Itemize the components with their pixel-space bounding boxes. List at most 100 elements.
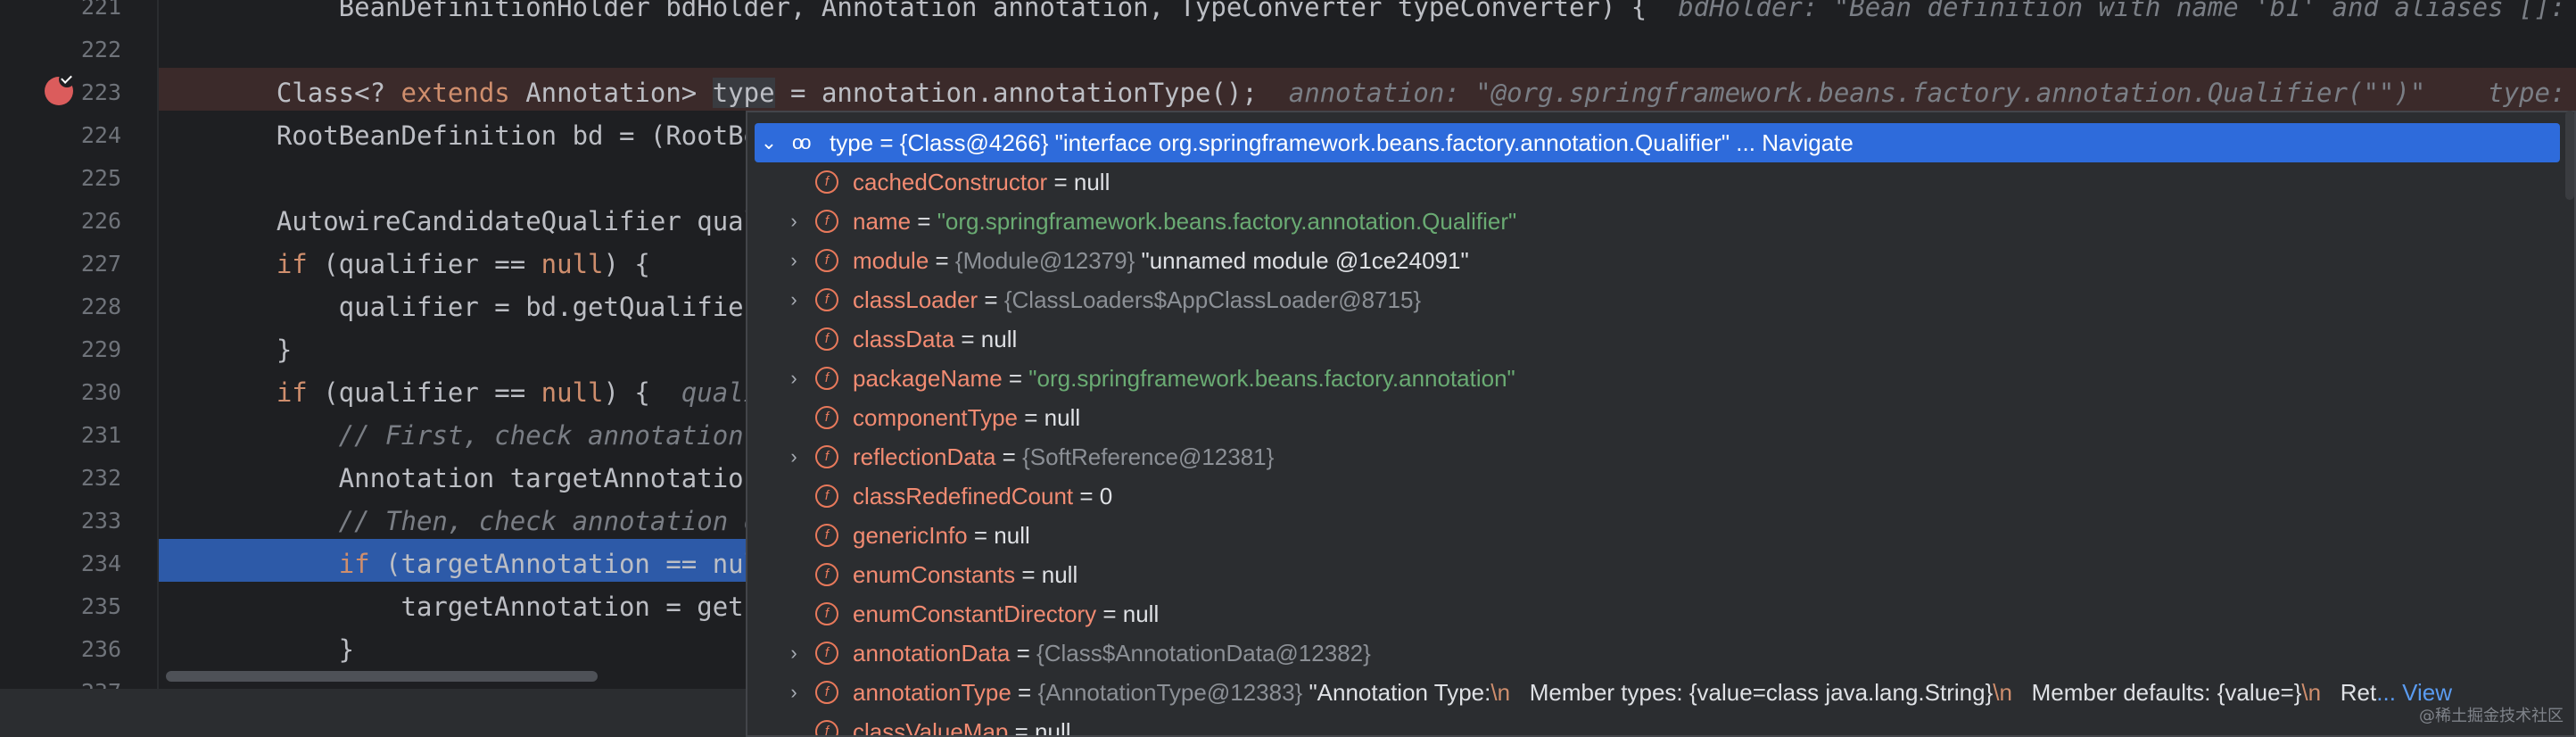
debug-field-row[interactable]: › f annotationType = {AnnotationType@12383… <box>747 673 2574 712</box>
chevron-right-icon[interactable]: › <box>783 280 805 319</box>
code-line[interactable]: AutowireCandidateQualifier qual <box>214 200 759 243</box>
field-equals: = <box>995 443 1023 470</box>
line-number[interactable]: 228 <box>0 286 121 328</box>
line-number[interactable]: 224 <box>0 114 121 157</box>
debug-field-row[interactable]: f classData = null <box>747 319 2574 359</box>
navigate-link[interactable]: Navigate <box>1762 129 1854 156</box>
code-line[interactable]: if (qualifier == null) { quali <box>214 371 759 414</box>
chevron-down-icon[interactable]: ⌄ <box>758 123 780 162</box>
field-equals: = <box>1047 169 1074 195</box>
code-line[interactable]: qualifier = bd.getQualifier <box>214 286 759 328</box>
debug-field-row[interactable]: f enumConstants = null <box>747 555 2574 594</box>
field-value: 0 <box>1099 483 1113 509</box>
view-link[interactable]: ... View <box>2376 679 2452 706</box>
code-token: ) { <box>603 249 650 279</box>
debug-field-row[interactable]: f classValueMap = null <box>747 712 2574 737</box>
debug-value-popup[interactable]: ⌄ oo type = {Class@4266} "interface org.sp… <box>746 111 2576 737</box>
debug-field-row[interactable]: f genericInfo = null <box>747 516 2574 555</box>
code-line[interactable]: Class<? extends Annotation> type = annot… <box>214 71 2576 114</box>
field-name: classValueMap <box>853 718 1009 737</box>
field-text: packageName = "org.springframework.beans… <box>853 359 1515 398</box>
keyword-token: null <box>541 249 604 279</box>
field-icon: f <box>815 367 838 390</box>
chevron-right-icon[interactable]: › <box>783 202 805 241</box>
line-number[interactable]: 233 <box>0 500 121 542</box>
code-line[interactable]: if (qualifier == null) { <box>214 243 650 286</box>
chevron-right-icon[interactable]: › <box>783 673 805 712</box>
line-number[interactable]: 236 <box>0 628 121 671</box>
code-token: = annotation.annotationType(); <box>774 78 1289 108</box>
debug-field-row[interactable]: › f packageName = "org.springframework.bea… <box>747 359 2574 398</box>
keyword-token: if <box>338 549 370 579</box>
debug-field-row[interactable]: › f module = {Module@12379} "unnamed modul… <box>747 241 2574 280</box>
line-number-gutter[interactable]: 221 222 223 224 225 226 227 228 229 230 231 232 233 2… <box>0 0 159 737</box>
code-line[interactable]: if (targetAnnotation == nul <box>214 542 759 585</box>
code-line[interactable]: Annotation targetAnnotation <box>214 457 759 500</box>
field-equals: = <box>1002 365 1029 392</box>
field-value-segment: \n <box>2301 679 2322 706</box>
code-line[interactable]: // First, check annotation <box>214 414 759 457</box>
line-number[interactable]: 221 <box>0 0 121 29</box>
debug-field-row[interactable]: › f name = "org.springframework.beans.fact… <box>747 202 2574 241</box>
code-token: Class<? <box>214 78 401 108</box>
code-token: Annotation> <box>509 78 713 108</box>
debug-field-row[interactable]: f classRedefinedCount = 0 <box>747 476 2574 516</box>
debug-field-row[interactable]: f enumConstantDirectory = null <box>747 594 2574 633</box>
field-value-segment: "Annotation Type: <box>1309 679 1491 706</box>
line-number[interactable]: 229 <box>0 328 121 371</box>
horizontal-scrollbar-thumb[interactable] <box>166 671 598 682</box>
chevron-right-icon[interactable]: › <box>783 633 805 673</box>
line-number[interactable]: 232 <box>0 457 121 500</box>
chevron-right-icon[interactable]: › <box>783 359 805 398</box>
field-value: null <box>1073 169 1110 195</box>
code-line[interactable]: targetAnnotation = getF <box>214 585 760 628</box>
field-reference: {Class$AnnotationData@12382} <box>1036 640 1371 667</box>
field-value: null <box>1035 718 1071 737</box>
inline-debug-hint: bdHolder: "Bean definition with name 'b1… <box>1678 0 2576 22</box>
vertical-scrollbar-thumb[interactable] <box>2565 111 2574 200</box>
keyword-token: if <box>276 377 308 408</box>
line-number[interactable]: 235 <box>0 585 121 628</box>
field-name: annotationData <box>853 640 1011 667</box>
debug-field-row[interactable]: f cachedConstructor = null <box>747 162 2574 202</box>
field-name: classRedefinedCount <box>853 483 1074 509</box>
field-text: componentType = null <box>853 398 1080 437</box>
debug-field-row[interactable]: f componentType = null <box>747 398 2574 437</box>
debug-field-row[interactable]: › f classLoader = {ClassLoaders$AppClassLo… <box>747 280 2574 319</box>
code-token: RootBeanDefinition bd = (RootBe <box>214 120 760 151</box>
field-name: classLoader <box>853 286 978 313</box>
field-name: cachedConstructor <box>853 169 1048 195</box>
field-value-segment: Member defaults: {value=} <box>2011 679 2302 706</box>
line-number[interactable]: 230 <box>0 371 121 414</box>
comment-token: // Then, check annotation o <box>214 506 760 536</box>
debug-field-row[interactable]: › f annotationData = {Class$AnnotationData… <box>747 633 2574 673</box>
line-number[interactable]: 234 <box>0 542 121 585</box>
code-token: ) { <box>603 377 681 408</box>
field-icon: f <box>815 563 838 586</box>
chevron-right-icon[interactable]: › <box>783 241 805 280</box>
code-line[interactable]: } <box>214 628 354 671</box>
code-line[interactable]: } <box>214 328 292 371</box>
field-text: genericInfo = null <box>853 516 1030 555</box>
field-icon: f <box>815 210 838 233</box>
field-text: classLoader = {ClassLoaders$AppClassLoad… <box>853 280 1421 319</box>
debug-field-row[interactable]: › f reflectionData = {SoftReference@12381} <box>747 437 2574 476</box>
chevron-right-icon[interactable]: › <box>783 437 805 476</box>
code-token: AutowireCandidateQualifier qual <box>214 206 760 236</box>
line-number[interactable]: 225 <box>0 157 121 200</box>
field-text: module = {Module@12379} "unnamed module … <box>853 241 1469 280</box>
debug-root-row-type[interactable]: ⌄ oo type = {Class@4266} "interface org.sp… <box>755 123 2560 162</box>
field-name: enumConstantDirectory <box>853 600 1097 627</box>
line-number[interactable]: 231 <box>0 414 121 457</box>
field-text: cachedConstructor = null <box>853 162 1110 202</box>
code-line[interactable]: // Then, check annotation o <box>214 500 759 542</box>
line-number[interactable]: 226 <box>0 200 121 243</box>
field-name: reflectionData <box>853 443 996 470</box>
code-line[interactable]: RootBeanDefinition bd = (RootBe <box>214 114 759 157</box>
line-number[interactable]: 222 <box>0 29 121 71</box>
code-token: type <box>712 78 775 108</box>
line-number[interactable]: 227 <box>0 243 121 286</box>
code-line[interactable]: BeanDefinitionHolder bdHolder, Annotatio… <box>214 0 2576 29</box>
